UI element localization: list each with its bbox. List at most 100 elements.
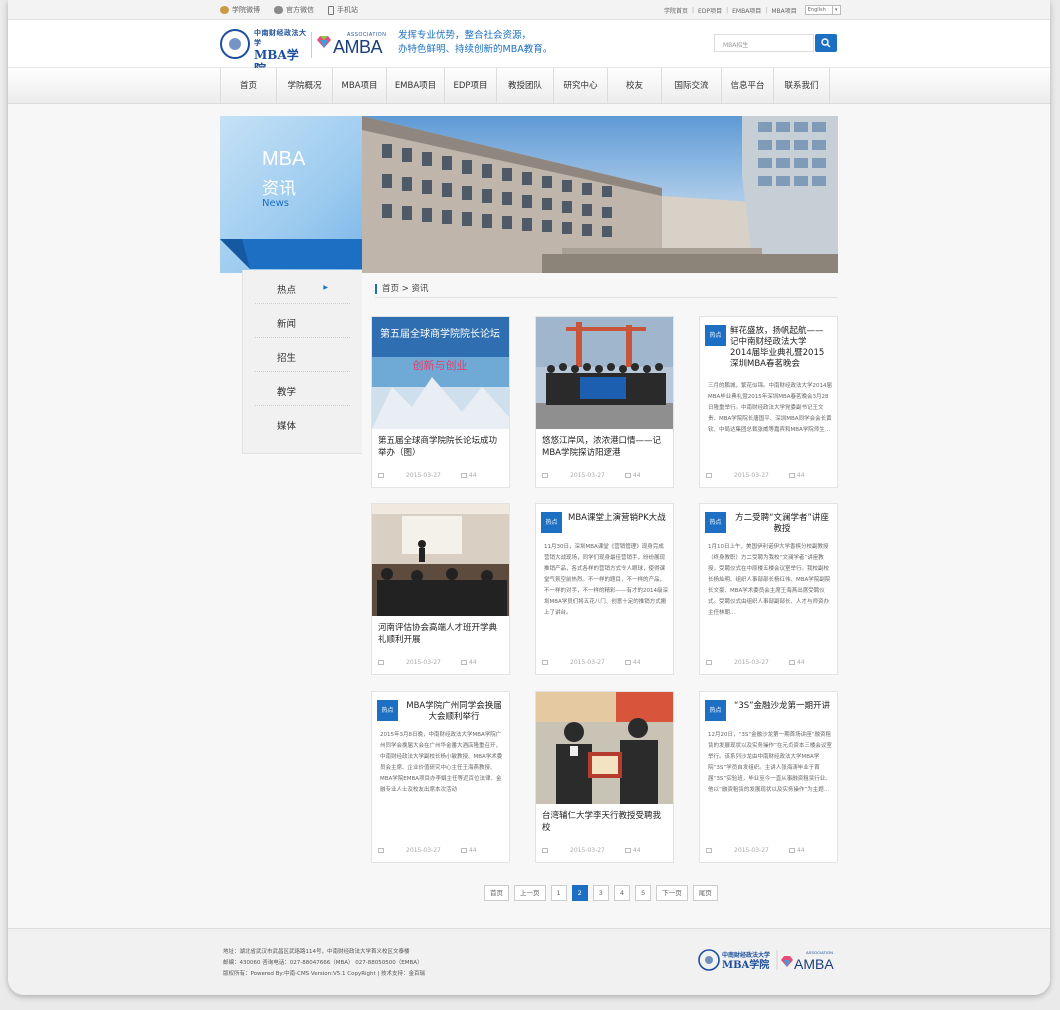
calendar-icon xyxy=(378,848,384,853)
nav-international[interactable]: 国际交流 xyxy=(662,68,722,104)
news-card[interactable]: 热点 MBA课堂上演营销PK大战 11月30日，深圳MBA课堂《营销管理》现身完… xyxy=(535,503,674,675)
wechat-link[interactable]: 官方微信 xyxy=(274,5,314,15)
comment-icon xyxy=(460,660,467,665)
news-title[interactable]: 鲜花盛放，扬帆起航——记中南财经政法大学2014届毕业典礼暨2015深圳MBA春… xyxy=(730,326,828,370)
news-title[interactable]: MBA课堂上演营销PK大战 xyxy=(568,513,668,524)
campus-building-photo xyxy=(362,116,838,273)
ceremony-photo xyxy=(536,692,673,804)
news-card[interactable]: 第五届全球商学院院长论坛 创新与创业 第五届全球商学院院长论坛成功举办（图） 2… xyxy=(371,316,510,488)
nav-alumni[interactable]: 校友 xyxy=(608,68,662,104)
nav-edp[interactable]: EDP项目 xyxy=(445,68,497,104)
comment-icon xyxy=(624,473,631,478)
news-card[interactable]: 河南评估协会高端人才班开学典礼顺利开展 2015-03-27 44 xyxy=(371,503,510,675)
search-input[interactable]: MBA招生 xyxy=(714,34,814,52)
hot-badge: 热点 xyxy=(541,512,562,533)
calendar-icon xyxy=(542,848,548,853)
divider: | xyxy=(692,6,695,14)
news-meta: 2015-03-27 44 xyxy=(542,659,641,666)
nav-emba[interactable]: EMBA项目 xyxy=(387,68,445,104)
mobile-link[interactable]: 手机站 xyxy=(328,5,358,15)
top-link-mba[interactable]: MBA项目 xyxy=(771,6,796,15)
news-excerpt: 三月的鹏城，繁花似锦。中南财经政法大学2014届MBA毕业典礼暨2015年深圳M… xyxy=(708,383,832,433)
calendar-icon xyxy=(706,473,712,478)
wechat-icon xyxy=(274,6,283,14)
nav-home[interactable]: 首页 xyxy=(221,68,277,104)
chevron-down-icon: ▾ xyxy=(831,6,840,14)
calendar-icon xyxy=(542,473,548,478)
pager-prev[interactable]: 上一页 xyxy=(514,885,546,901)
news-card[interactable]: 悠悠江岸风，浓浓港口情——记MBA学院探访阳逻港 2015-03-27 44 xyxy=(535,316,674,488)
nav-faculty[interactable]: 教授团队 xyxy=(497,68,554,104)
news-meta: 2015-03-27 44 xyxy=(706,659,805,666)
news-card[interactable]: 热点 方二受聘“文澜学者”讲座教授 1月10日上午，美国伊利诺伊大学香槟分校副教… xyxy=(699,503,838,675)
breadcrumb[interactable]: 首页 > 资讯 xyxy=(375,284,429,294)
forum-banner-subtext: 创新与创业 xyxy=(413,358,468,372)
amba-logo: ASSOCIATION AMBA xyxy=(333,32,387,57)
news-title[interactable]: 方二受聘“文澜学者”讲座教授 xyxy=(732,513,832,535)
comment-icon xyxy=(788,473,795,478)
top-link-edp[interactable]: EDP项目 xyxy=(698,6,722,15)
language-select[interactable]: English ▾ xyxy=(804,5,841,15)
pager-page-5[interactable]: 5 xyxy=(635,885,652,901)
sidebar-item-media[interactable]: 媒体 xyxy=(255,406,350,440)
nav-research[interactable]: 研究中心 xyxy=(554,68,608,104)
news-title[interactable]: 第五届全球商学院院长论坛成功举办（图） xyxy=(378,435,504,459)
news-card[interactable]: 热点 “3S”金融沙龙第一期开讲 12月20日，“3S”金融沙龙第一期首场讲座“… xyxy=(699,691,838,863)
news-card[interactable]: 台湾辅仁大学李天行教授受聘我校 2015-03-27 44 xyxy=(535,691,674,863)
amba-gem-icon xyxy=(317,36,331,48)
sidebar-item-news[interactable]: 新闻 xyxy=(255,304,350,338)
sidebar-item-admission[interactable]: 招生 xyxy=(255,338,350,372)
comment-icon xyxy=(624,660,631,665)
footer-logo: 中南财经政法大学 MBA学院 ASSOCIATION AMBA xyxy=(698,949,834,972)
news-title[interactable]: 悠悠江岸风，浓浓港口情——记MBA学院探访阳逻港 xyxy=(542,435,668,459)
group-photo xyxy=(536,317,673,429)
news-card[interactable]: 热点 鲜花盛放，扬帆起航——记中南财经政法大学2014届毕业典礼暨2015深圳M… xyxy=(699,316,838,488)
news-excerpt: 2015年3月8日晚，中南财经政法大学MBA学院广州同学会换届大会在广州华金番大… xyxy=(380,732,503,793)
top-bar: 学院微博 官方微信 手机站 学院首页 | EDP项目 | EMBA项目 | MBA项目… xyxy=(8,0,1050,20)
nav-info[interactable]: 信息平台 xyxy=(722,68,774,104)
pager-page-1[interactable]: 1 xyxy=(550,885,567,901)
university-seal-icon[interactable] xyxy=(220,29,250,59)
comment-icon xyxy=(788,660,795,665)
calendar-icon xyxy=(542,660,548,665)
svg-text:中南财经政法大学: 中南财经政法大学 xyxy=(722,951,770,959)
hot-badge: 热点 xyxy=(705,325,726,346)
pager-page-3[interactable]: 3 xyxy=(592,885,609,901)
news-meta: 2015-03-27 44 xyxy=(378,659,477,666)
svg-text:MBA学院: MBA学院 xyxy=(722,958,769,971)
news-title[interactable]: “3S”金融沙龙第一期开讲 xyxy=(732,701,832,712)
banner-tab-decoration xyxy=(220,239,362,269)
pager-page-2-current[interactable]: 2 xyxy=(571,885,588,901)
comment-icon xyxy=(788,848,795,853)
weibo-link[interactable]: 学院微博 xyxy=(220,5,260,15)
chevron-right-icon: ▶ xyxy=(323,284,328,291)
calendar-icon xyxy=(378,473,384,478)
pager-first[interactable]: 首页 xyxy=(484,885,509,901)
search-button[interactable] xyxy=(815,34,837,52)
forum-photo: 第五届全球商学院院长论坛 创新与创业 xyxy=(372,317,509,429)
pager-page-4[interactable]: 4 xyxy=(613,885,631,901)
news-title[interactable]: MBA学院广州同学会换届大会顺利举行 xyxy=(404,701,504,723)
sidebar-item-hot[interactable]: 热点 ▶ xyxy=(255,270,350,304)
hot-badge: 热点 xyxy=(705,700,726,721)
nav-about[interactable]: 学院概况 xyxy=(277,68,333,104)
classroom-photo xyxy=(372,504,509,616)
news-title[interactable]: 河南评估协会高端人才班开学典礼顺利开展 xyxy=(378,622,504,646)
nav-contact[interactable]: 联系我们 xyxy=(774,68,830,104)
news-title[interactable]: 台湾辅仁大学李天行教授受聘我校 xyxy=(542,810,668,834)
logo-divider xyxy=(311,32,312,58)
hot-badge: 热点 xyxy=(377,700,398,721)
nav-mba[interactable]: MBA项目 xyxy=(333,68,387,104)
news-meta: 2015-03-27 44 xyxy=(378,472,477,479)
divider: | xyxy=(765,6,768,14)
news-card[interactable]: 热点 MBA学院广州同学会换届大会顺利举行 2015年3月8日晚，中南财经政法大… xyxy=(371,691,510,863)
pager-last[interactable]: 尾页 xyxy=(692,885,718,901)
top-link-emba[interactable]: EMBA项目 xyxy=(732,6,761,15)
sidebar: 热点 ▶ 新闻 招生 教学 媒体 xyxy=(242,270,362,454)
sidebar-item-teaching[interactable]: 教学 xyxy=(255,372,350,406)
page-frame: 学院微博 官方微信 手机站 学院首页 | EDP项目 | EMBA项目 | MBA项目… xyxy=(8,0,1050,995)
news-meta: 2015-03-27 44 xyxy=(706,472,805,479)
calendar-icon xyxy=(706,660,712,665)
pager-next[interactable]: 下一页 xyxy=(656,885,688,901)
top-link-home[interactable]: 学院首页 xyxy=(664,6,688,15)
